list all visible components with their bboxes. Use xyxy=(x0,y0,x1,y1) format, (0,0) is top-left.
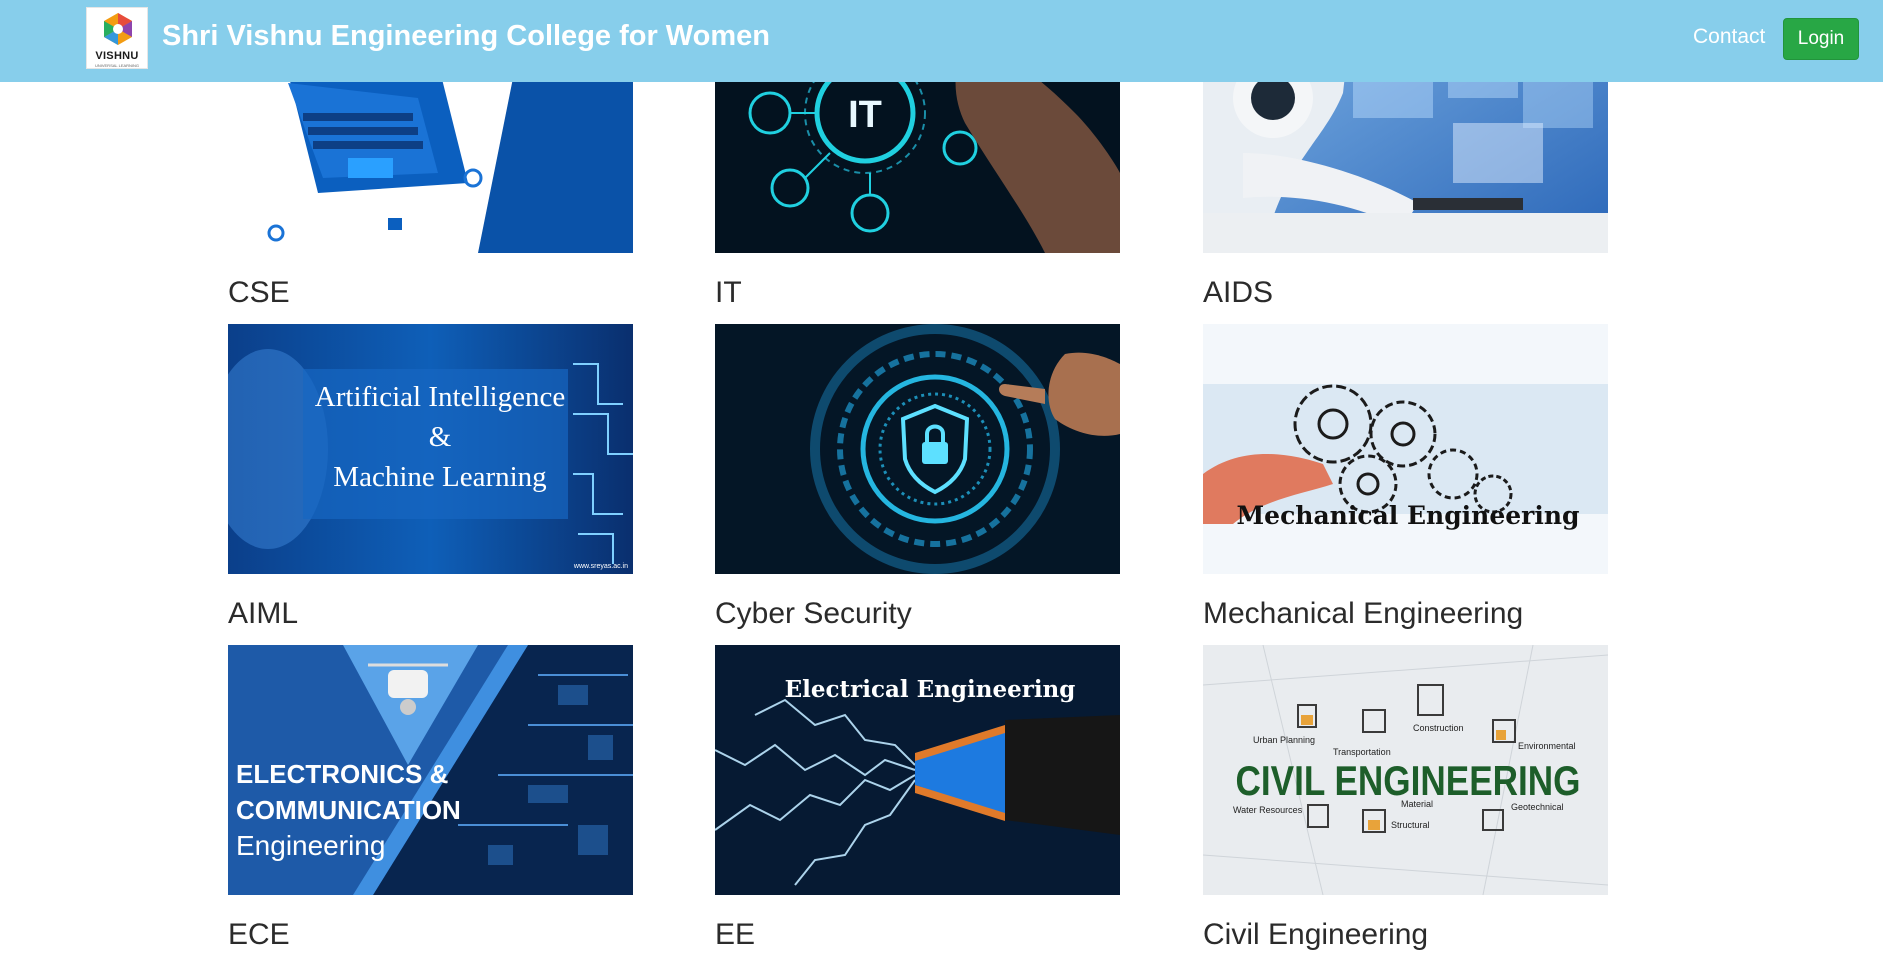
course-image-civil-engineering[interactable]: Urban Planning Transportation Constructi… xyxy=(1203,645,1608,895)
drone-circuit-icon: ELECTRONICS & COMMUNICATION Engineering xyxy=(228,645,633,895)
course-title-mechanical-engineering[interactable]: Mechanical Engineering xyxy=(1203,597,1523,631)
course-title-aids[interactable]: AIDS xyxy=(1203,276,1273,310)
civil-image-text: CIVIL ENGINEERING xyxy=(1236,757,1581,804)
civil-label-urban-planning: Urban Planning xyxy=(1253,735,1315,745)
civil-label-environmental: Environmental xyxy=(1518,741,1576,751)
mechanical-image-text: Mechanical Engineering xyxy=(1237,501,1580,530)
course-image-ece[interactable]: ELECTRONICS & COMMUNICATION Engineering xyxy=(228,645,633,895)
aiml-image-line3: Machine Learning xyxy=(333,461,546,493)
course-title-civil-engineering[interactable]: Civil Engineering xyxy=(1203,918,1428,952)
civil-label-transportation: Transportation xyxy=(1333,747,1391,757)
shield-lock-icon xyxy=(715,324,1120,574)
contact-link[interactable]: Contact xyxy=(1693,25,1765,49)
ece-image-line1: ELECTRONICS & xyxy=(236,759,448,789)
civil-label-geotechnical: Geotechnical xyxy=(1511,802,1564,812)
course-image-mechanical-engineering[interactable]: Mechanical Engineering xyxy=(1203,324,1608,574)
civil-label-water-resources: Water Resources xyxy=(1233,805,1303,815)
civil-label-material: Material xyxy=(1401,799,1433,809)
aiml-image-line2: & xyxy=(429,421,452,453)
course-image-aiml[interactable]: Artificial Intelligence & Machine Learni… xyxy=(228,324,633,574)
ece-image-line3: Engineering xyxy=(236,830,385,861)
course-title-aiml[interactable]: AIML xyxy=(228,597,298,631)
course-title-it[interactable]: IT xyxy=(715,276,742,310)
logo-wordmark: VISHNU xyxy=(95,50,139,62)
logo-tagline: UNIVERSAL LEARNING xyxy=(94,63,140,68)
aiml-image-credit: www.sreyas.ac.in xyxy=(573,563,628,570)
course-title-cse[interactable]: CSE xyxy=(228,276,290,310)
course-title-ece[interactable]: ECE xyxy=(228,918,290,952)
college-name-title[interactable]: Shri Vishnu Engineering College for Wome… xyxy=(162,20,770,53)
top-navbar: VISHNU UNIVERSAL LEARNING Shri Vishnu En… xyxy=(0,0,1883,82)
course-title-ee[interactable]: EE xyxy=(715,918,755,952)
cable-lightning-icon: Electrical Engineering xyxy=(715,645,1120,895)
aiml-image-line1: Artificial Intelligence xyxy=(315,381,565,413)
ee-image-text: Electrical Engineering xyxy=(785,676,1076,703)
login-button[interactable]: Login xyxy=(1783,18,1859,60)
course-image-cyber-security[interactable] xyxy=(715,324,1120,574)
ai-head-circuit-icon: Artificial Intelligence & Machine Learni… xyxy=(228,324,633,574)
gears-icon: Mechanical Engineering xyxy=(1203,324,1608,574)
civil-label-structural: Structural xyxy=(1391,820,1430,830)
ece-image-line2: COMMUNICATION xyxy=(236,795,461,825)
vishnu-logo-icon xyxy=(104,13,132,45)
course-title-cyber-security[interactable]: Cyber Security xyxy=(715,597,912,631)
course-image-ee[interactable]: Electrical Engineering xyxy=(715,645,1120,895)
college-logo[interactable]: VISHNU UNIVERSAL LEARNING xyxy=(86,7,148,69)
civil-icons-icon: Urban Planning Transportation Constructi… xyxy=(1203,645,1608,895)
it-image-text: IT xyxy=(848,94,882,136)
civil-label-construction: Construction xyxy=(1413,723,1464,733)
